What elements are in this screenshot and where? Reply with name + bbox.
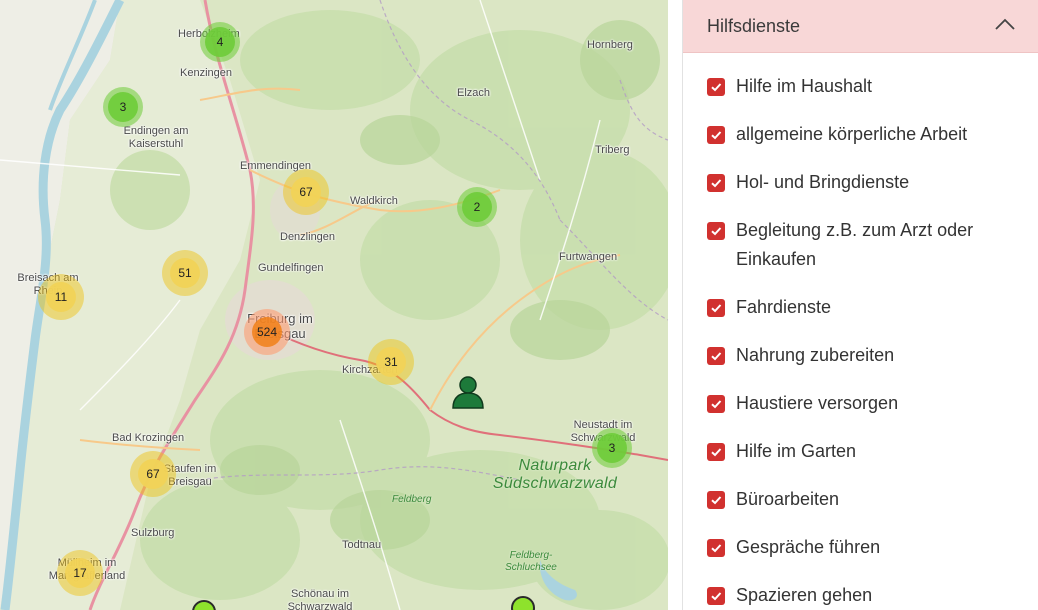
filter-item[interactable]: Hilfe im Garten [707, 437, 1027, 466]
cluster-count: 17 [65, 558, 95, 588]
checkbox-checked[interactable] [707, 587, 725, 605]
place-label: Schönau im Schwarzwald [287, 588, 353, 610]
filter-panel: Hilfsdienste Hilfe im Haushalt allgemein… [668, 0, 1038, 610]
marker-cluster[interactable]: 4 [200, 22, 240, 62]
place-label: Triberg [595, 144, 630, 156]
cluster-count: 3 [108, 92, 138, 122]
checkbox-checked[interactable] [707, 174, 725, 192]
place-label: Todtnau [342, 539, 382, 551]
place-label: Gundelfingen [258, 262, 324, 274]
filter-label: Nahrung zubereiten [736, 345, 895, 365]
checkmark-icon [711, 400, 722, 409]
cluster-count: 67 [291, 177, 321, 207]
person-marker-icon[interactable] [450, 375, 486, 414]
marker-cluster[interactable]: 3 [103, 87, 143, 127]
filter-item[interactable]: Hilfe im Haushalt [707, 72, 1027, 101]
filter-label: Hilfe im Haushalt [736, 76, 873, 96]
checkbox-checked[interactable] [707, 126, 725, 144]
place-label: Endingen am Kaiserstuhl [123, 125, 189, 150]
checkbox-checked[interactable] [707, 539, 725, 557]
filter-item[interactable]: Haustiere versorgen [707, 389, 1027, 418]
place-label: Waldkirch [350, 195, 398, 207]
checkmark-icon [711, 352, 722, 361]
filter-label: Fahrdienste [736, 297, 832, 317]
checkbox-checked[interactable] [707, 491, 725, 509]
checkmark-icon [711, 131, 722, 140]
checkmark-icon [711, 592, 722, 601]
checkmark-icon [711, 227, 722, 236]
checkbox-checked[interactable] [707, 395, 725, 413]
cluster-count: 4 [205, 27, 235, 57]
filter-label: Büroarbeiten [736, 489, 840, 509]
checkbox-checked[interactable] [707, 443, 725, 461]
cluster-count: 2 [462, 192, 492, 222]
place-label: Sulzburg [131, 527, 175, 539]
cluster-count: 3 [597, 433, 627, 463]
checkmark-icon [711, 179, 722, 188]
cluster-count: 31 [376, 347, 406, 377]
checkmark-icon [711, 544, 722, 553]
checkmark-icon [711, 448, 722, 457]
marker-cluster[interactable]: 17 [57, 550, 103, 596]
checkbox-checked[interactable] [707, 78, 725, 96]
marker-cluster[interactable]: 3 [592, 428, 632, 468]
marker-cluster[interactable]: 67 [283, 169, 329, 215]
place-label: Denzlingen [280, 231, 336, 243]
marker-cluster[interactable]: 51 [162, 250, 208, 296]
map-view[interactable]: Herbolzheim Kenzingen Endingen am Kaiser… [0, 0, 668, 610]
cluster-count: 51 [170, 258, 200, 288]
filter-label: Gespräche führen [736, 537, 881, 557]
marker-cluster[interactable]: 67 [130, 451, 176, 497]
cluster-count: 67 [138, 459, 168, 489]
filter-label: Spazieren gehen [736, 585, 873, 605]
cluster-count: 11 [46, 282, 76, 312]
checkbox-checked[interactable] [707, 222, 725, 240]
schluchsee-label: Feldberg- Schluchsee [505, 550, 557, 573]
filter-item[interactable]: Begleitung z.B. zum Arzt oder Einkaufen [707, 216, 1027, 274]
filter-item[interactable]: Gespräche führen [707, 533, 1027, 562]
accordion-header-hilfsdienste[interactable]: Hilfsdienste [683, 0, 1038, 53]
filter-item[interactable]: Spazieren gehen [707, 581, 1027, 610]
filter-label: allgemeine körperliche Arbeit [736, 124, 968, 144]
filter-item[interactable]: Hol- und Bringdienste [707, 168, 1027, 197]
place-label: Furtwangen [559, 251, 618, 263]
place-label: Elzach [457, 87, 491, 99]
filter-label: Haustiere versorgen [736, 393, 899, 413]
filter-item[interactable]: allgemeine körperliche Arbeit [707, 120, 1027, 149]
place-label: Kenzingen [180, 67, 232, 79]
marker-cluster[interactable]: 2 [457, 187, 497, 227]
marker-cluster[interactable]: 11 [38, 274, 84, 320]
place-label: Hornberg [587, 39, 633, 51]
marker-cluster[interactable]: 524 [244, 309, 290, 355]
map-basemap [0, 0, 668, 610]
checkbox-checked[interactable] [707, 299, 725, 317]
filter-label: Hol- und Bringdienste [736, 172, 910, 192]
checkmark-icon [711, 304, 722, 313]
checkbox-checked[interactable] [707, 347, 725, 365]
checkmark-icon [711, 83, 722, 92]
place-label: Bad Krozingen [112, 432, 185, 444]
service-filter-list: Hilfe im Haushalt allgemeine körperliche… [707, 72, 1027, 610]
marker-cluster[interactable]: 31 [368, 339, 414, 385]
cluster-count: 524 [252, 317, 282, 347]
filter-item[interactable]: Nahrung zubereiten [707, 341, 1027, 370]
filter-item[interactable]: Fahrdienste [707, 293, 1027, 322]
filter-item[interactable]: Büroarbeiten [707, 485, 1027, 514]
feldberg-label: Feldberg [392, 494, 432, 505]
chevron-up-icon[interactable] [994, 14, 1016, 36]
filter-label: Begleitung z.B. zum Arzt oder Einkaufen [736, 220, 974, 269]
checkmark-icon [711, 496, 722, 505]
filter-label: Hilfe im Garten [736, 441, 857, 461]
accordion-title: Hilfsdienste [707, 15, 801, 36]
